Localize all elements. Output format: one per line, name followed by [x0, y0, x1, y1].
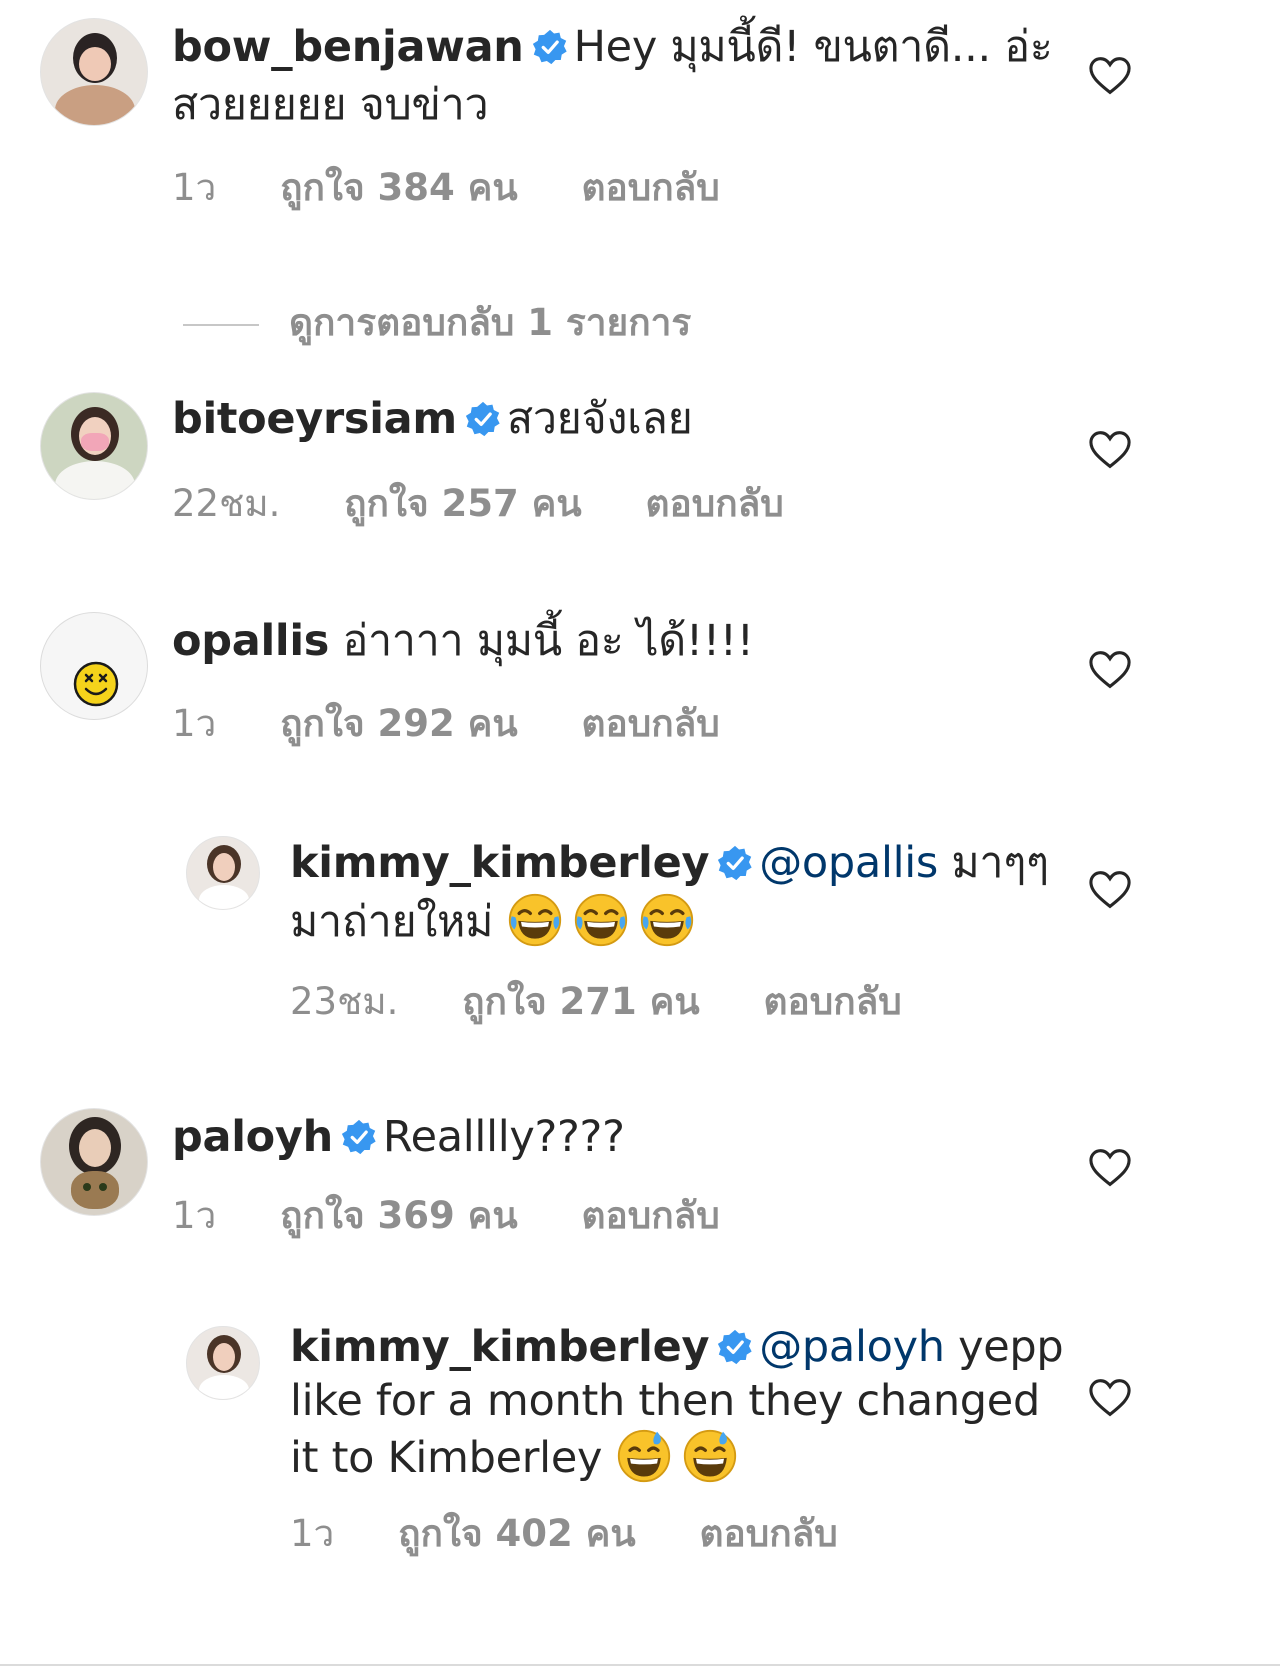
reply-item: kimmy_kimberley @paloyh yepp like for a m… — [0, 1318, 1280, 1578]
comment-time: 1ว — [172, 166, 217, 209]
comment-meta: 1ว ถูกใจ 292 คน ตอบกลับ — [172, 694, 772, 753]
verified-badge-icon — [717, 1329, 753, 1365]
comment-body: อ่าาาา มุมนี้ อะ ได้!!!! — [342, 616, 754, 666]
comment-meta: 23ชม. ถูกใจ 271 คน ตอบกลับ — [290, 972, 954, 1031]
reply-button[interactable]: ตอบกลับ — [645, 482, 783, 525]
view-replies-label: ดูการตอบกลับ 1 รายการ — [289, 301, 692, 344]
avatar[interactable] — [40, 612, 148, 720]
heart-icon[interactable] — [1088, 650, 1132, 690]
username[interactable]: paloyh — [172, 1112, 333, 1162]
face-with-tears-of-joy-emoji — [573, 892, 629, 948]
comment-meta: 1ว ถูกใจ 402 คน ตอบกลับ — [290, 1504, 890, 1563]
likes-count[interactable]: ถูกใจ 257 คน — [344, 482, 582, 525]
divider — [0, 1664, 1280, 1666]
divider — [183, 323, 259, 326]
avatar[interactable] — [40, 18, 148, 126]
likes-count[interactable]: ถูกใจ 384 คน — [280, 166, 518, 209]
comment-body-line-3: it to Kimberley — [290, 1433, 603, 1483]
mention-link[interactable]: @opallis — [759, 838, 938, 888]
comment-item: bow_benjawan Hey มุมนี้ดี! ขนตาดี... อ่ะ … — [0, 0, 1280, 344]
comment-body-line-1: Hey มุมนี้ดี! ขนตาดี... อ่ะ — [573, 22, 1053, 72]
likes-count[interactable]: ถูกใจ 369 คน — [280, 1194, 518, 1237]
face-with-tears-of-joy-emoji — [507, 892, 563, 948]
comment-item: bitoeyrsiam สวยจังเลย 22ชม. ถูกใจ 257 คน … — [0, 390, 1280, 540]
comment-text: bow_benjawan Hey มุมนี้ดี! ขนตาดี... อ่ะ … — [172, 18, 1092, 134]
comment-item: opallis อ่าาาา มุมนี้ อะ ได้!!!! 1ว ถูกใ… — [0, 612, 1280, 772]
heart-icon[interactable] — [1088, 56, 1132, 96]
avatar[interactable] — [40, 1108, 148, 1216]
grinning-face-with-sweat-emoji — [682, 1428, 738, 1484]
likes-count[interactable]: ถูกใจ 292 คน — [280, 702, 518, 745]
comment-meta: 22ชม. ถูกใจ 257 คน ตอบกลับ — [172, 474, 836, 533]
avatar[interactable] — [186, 836, 260, 910]
verified-badge-icon — [717, 845, 753, 881]
heart-icon[interactable] — [1088, 430, 1132, 470]
reply-button[interactable]: ตอบกลับ — [581, 166, 719, 209]
username[interactable]: kimmy_kimberley — [290, 1322, 710, 1372]
comment-time: 1ว — [172, 702, 217, 745]
comment-body-line-1: yepp — [958, 1322, 1064, 1372]
grinning-face-with-sweat-emoji — [616, 1428, 672, 1484]
face-with-tears-of-joy-emoji — [639, 892, 695, 948]
avatar[interactable] — [186, 1326, 260, 1400]
likes-count[interactable]: ถูกใจ 271 คน — [462, 980, 700, 1023]
comment-time: 1ว — [172, 1194, 217, 1237]
comment-text: kimmy_kimberley @opallis มาๆๆ มาถ่ายใหม่ — [290, 834, 1090, 951]
comment-time: 23ชม. — [290, 980, 399, 1023]
comment-body-line-2: สวยยยยย จบข่าว — [172, 80, 489, 130]
comment-meta: 1ว ถูกใจ 384 คน ตอบกลับ — [172, 158, 772, 217]
comment-text: kimmy_kimberley @paloyh yepp like for a m… — [290, 1320, 1090, 1485]
comment-text: bitoeyrsiam สวยจังเลย — [172, 390, 1092, 448]
reply-button[interactable]: ตอบกลับ — [581, 1194, 719, 1237]
view-replies-button[interactable]: ดูการตอบกลับ 1 รายการ — [183, 293, 691, 352]
comment-body: Realllly???? — [382, 1112, 625, 1162]
comment-time: 22ชม. — [172, 482, 281, 525]
username[interactable]: bitoeyrsiam — [172, 394, 457, 444]
username[interactable]: bow_benjawan — [172, 22, 524, 72]
likes-count[interactable]: ถูกใจ 402 คน — [398, 1512, 636, 1555]
comment-text: paloyh Realllly???? — [172, 1108, 1092, 1166]
comment-body: สวยจังเลย — [506, 394, 693, 444]
mention-link[interactable]: @paloyh — [759, 1322, 945, 1372]
reply-button[interactable]: ตอบกลับ — [581, 702, 719, 745]
heart-icon[interactable] — [1088, 1148, 1132, 1188]
comment-meta: 1ว ถูกใจ 369 คน ตอบกลับ — [172, 1186, 772, 1245]
reply-button[interactable]: ตอบกลับ — [763, 980, 901, 1023]
verified-badge-icon — [532, 29, 568, 65]
verified-badge-icon — [341, 1119, 377, 1155]
comment-body-line-2: มาถ่ายใหม่ — [290, 897, 494, 947]
heart-icon[interactable] — [1088, 1378, 1132, 1418]
username[interactable]: opallis — [172, 616, 329, 666]
reply-item: kimmy_kimberley @opallis มาๆๆ มาถ่ายใหม่ … — [0, 830, 1280, 1030]
smiley-icon — [73, 661, 119, 707]
avatar[interactable] — [40, 392, 148, 500]
comment-time: 1ว — [290, 1512, 335, 1555]
heart-icon[interactable] — [1088, 870, 1132, 910]
comment-body-line-1: มาๆๆ — [951, 838, 1049, 888]
comment-item: paloyh Realllly???? 1ว ถูกใจ 369 คน ตอบกล… — [0, 1106, 1280, 1266]
username[interactable]: kimmy_kimberley — [290, 838, 710, 888]
comment-body-line-2: like for a month then they changed — [290, 1376, 1040, 1426]
reply-button[interactable]: ตอบกลับ — [699, 1512, 837, 1555]
comment-text: opallis อ่าาาา มุมนี้ อะ ได้!!!! — [172, 612, 1092, 670]
verified-badge-icon — [465, 401, 501, 437]
